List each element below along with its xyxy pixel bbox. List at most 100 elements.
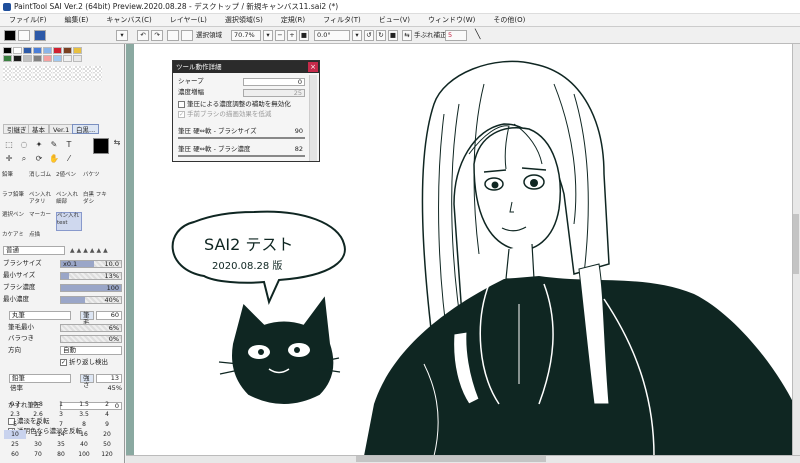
color-swatch[interactable] [3, 47, 12, 54]
texture-select[interactable]: 鉛筆 [9, 374, 71, 383]
brush-size-preset[interactable]: 1 [50, 400, 72, 409]
color-swatch[interactable] [33, 47, 42, 54]
empty-swatch[interactable] [53, 66, 62, 73]
brush-size-preset[interactable]: 50 [96, 440, 118, 449]
brush-size-preset[interactable]: 120 [96, 450, 118, 459]
fold-checkbox[interactable]: ✓ [60, 359, 67, 366]
dropdown-arrow-icon[interactable]: ▾ [116, 30, 128, 41]
brush-size-preset[interactable]: 2.6 [27, 410, 49, 419]
brush-size-preset[interactable]: 20 [96, 430, 118, 439]
rotate-left-icon[interactable]: ↺ [364, 30, 374, 41]
brush-size-preset[interactable]: 70 [27, 450, 49, 459]
bristle-min-slider[interactable]: 6% [60, 324, 122, 332]
sharp-field[interactable]: 0 [243, 78, 305, 86]
brush-size-preset[interactable]: 1.5 [73, 400, 95, 409]
lasso-icon[interactable]: ◌ [19, 140, 29, 150]
brush-size-preset[interactable]: 9 [96, 420, 118, 429]
empty-swatch[interactable] [43, 66, 52, 73]
brush-size-preset[interactable]: 8 [73, 420, 95, 429]
color-swatch[interactable] [23, 47, 32, 54]
tool-preset[interactable]: 消しゴム [29, 172, 55, 191]
brush-size-preset[interactable]: 16 [73, 430, 95, 439]
color-swatch[interactable] [63, 47, 72, 54]
horizontal-scroll-thumb[interactable] [356, 456, 546, 462]
min-density-slider[interactable]: 40% [60, 296, 122, 304]
zoom-tool-icon[interactable]: ⌕ [19, 154, 29, 164]
brush-size-slider[interactable]: x0.1 10.0 [60, 260, 122, 268]
redo-icon[interactable]: ↷ [151, 30, 163, 41]
rotation-field[interactable]: 0.0° [314, 30, 350, 41]
brush-size-preset[interactable]: 6 [27, 420, 49, 429]
pressure-assist-checkbox[interactable] [178, 101, 185, 108]
empty-swatch[interactable] [13, 74, 22, 81]
menu-other[interactable]: その他(O) [484, 14, 534, 26]
color-swatch[interactable] [33, 55, 42, 62]
color-swatch[interactable] [23, 55, 32, 62]
density-amp-field[interactable]: 25 [243, 89, 305, 97]
curve-size-slider[interactable] [178, 137, 305, 139]
brush-size-preset[interactable]: 0.7 [4, 400, 26, 409]
tool-preset[interactable]: 白黒 フキダシ [83, 192, 109, 211]
color-swatch[interactable] [13, 47, 22, 54]
text-icon[interactable]: T [64, 140, 74, 150]
brush-size-preset[interactable]: 3 [50, 410, 72, 419]
empty-swatch[interactable] [53, 74, 62, 81]
variation-slider[interactable]: 0% [60, 335, 122, 343]
blend-mode-select[interactable]: 普通 [3, 246, 65, 255]
texture-strength-value[interactable]: 13 [96, 374, 122, 383]
tool-preset[interactable]: ペン入れ 細部 [56, 192, 82, 211]
empty-swatch[interactable] [63, 74, 72, 81]
deselect-icon[interactable] [167, 30, 179, 41]
empty-swatch[interactable] [23, 66, 32, 73]
brush-size-preset[interactable]: 12 [27, 430, 49, 439]
hand-icon[interactable]: ✋ [49, 154, 59, 164]
brush-size-preset[interactable]: 2 [96, 400, 118, 409]
empty-swatch[interactable] [83, 74, 92, 81]
menu-view[interactable]: ビュー(V) [370, 14, 419, 26]
color-swatch[interactable] [53, 47, 62, 54]
empty-swatch[interactable] [93, 66, 102, 73]
empty-swatch[interactable] [43, 74, 52, 81]
brush-size-preset[interactable]: 40 [73, 440, 95, 449]
brush-size-preset[interactable]: 4 [96, 410, 118, 419]
rotation-reset-icon[interactable]: ■ [388, 30, 398, 41]
rect-select-icon[interactable]: ⬚ [4, 140, 14, 150]
brush-size-preset[interactable]: 10 [4, 430, 26, 439]
menu-canvas[interactable]: キャンバス(C) [97, 14, 160, 26]
eyedropper-icon[interactable]: ⁄ [64, 154, 74, 164]
rotate-right-icon[interactable]: ↻ [376, 30, 386, 41]
tool-preset[interactable] [83, 212, 109, 231]
move-icon[interactable]: ✛ [4, 154, 14, 164]
brush-size-preset[interactable]: 100 [73, 450, 95, 459]
swap-colors-icon[interactable]: ⇆ [112, 138, 122, 148]
rotate-tool-icon[interactable]: ⟳ [34, 154, 44, 164]
tool-preset[interactable]: マーカー [29, 212, 55, 231]
menu-window[interactable]: ウィンドウ(W) [419, 14, 484, 26]
tool-preset[interactable]: ペン入れ アタリ [29, 192, 55, 211]
vertical-scroll-thumb[interactable] [793, 214, 799, 274]
tool-preset[interactable]: 2値ペン [56, 172, 82, 191]
direction-select[interactable]: 自動 [60, 346, 122, 355]
brush-size-preset[interactable]: 35 [50, 440, 72, 449]
menu-selection[interactable]: 選択領域(S) [216, 14, 272, 26]
empty-swatch[interactable] [73, 74, 82, 81]
zoom-dropdown-icon[interactable]: ▾ [263, 30, 273, 41]
brush-size-preset[interactable]: 14 [50, 430, 72, 439]
curve-density-slider[interactable] [178, 155, 305, 157]
color-swatch[interactable] [73, 47, 82, 54]
brush-size-preset[interactable]: 25 [4, 440, 26, 449]
tool-preset[interactable]: 鉛筆 [2, 172, 28, 191]
empty-swatch[interactable] [3, 66, 12, 73]
magic-wand-icon[interactable]: ✦ [34, 140, 44, 150]
front-brush-checkbox[interactable]: ✓ [178, 111, 185, 118]
color-swatch[interactable] [53, 55, 62, 62]
dialog-scrollbar[interactable] [309, 75, 317, 161]
flip-icon[interactable]: ⇆ [402, 30, 412, 41]
brush-size-preset[interactable]: 60 [4, 450, 26, 459]
brush-density-slider[interactable]: 100 [60, 284, 122, 292]
color-swatch[interactable] [63, 55, 72, 62]
menu-file[interactable]: ファイル(F) [0, 14, 56, 26]
color-swatch[interactable] [43, 47, 52, 54]
empty-swatch[interactable] [23, 74, 32, 81]
menu-filter[interactable]: フィルタ(T) [314, 14, 370, 26]
